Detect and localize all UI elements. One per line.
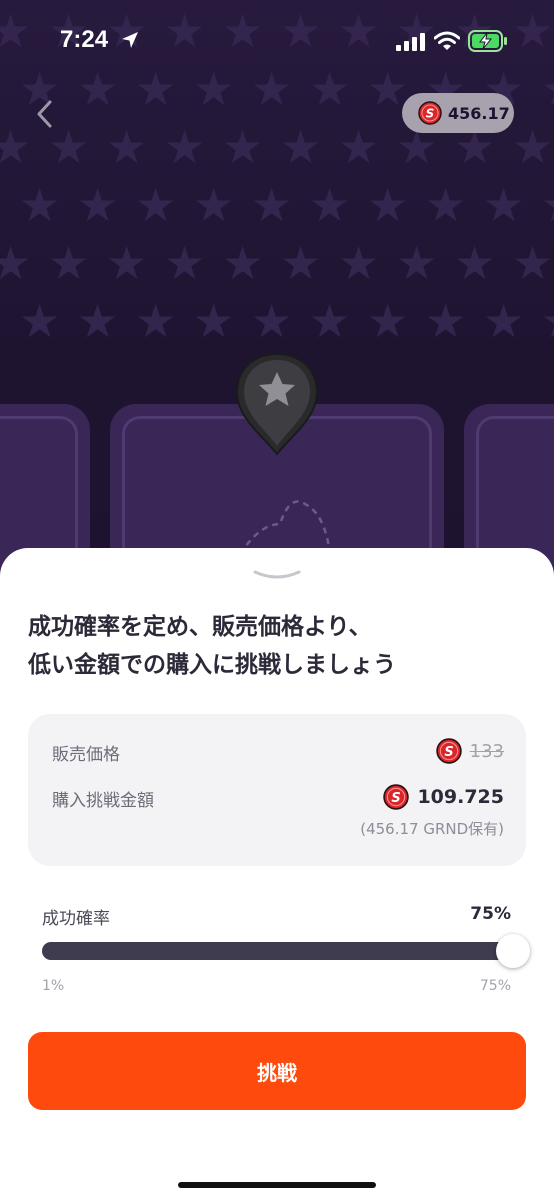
- coin-icon: S: [418, 101, 442, 125]
- game-background: ★ ★ ★ ★ ★ ★ ★ ★ ★ ★ ★ ★ ★ ★ ★ ★ ★ ★ ★ ★ ★ ★ ★ ★ ★ ★ ★ ★ ★ ★ ★ ★ ★ ★ ★ ★ ★ ★ ★ ★…: [0, 0, 554, 600]
- wifi-icon: [434, 31, 460, 50]
- heading-line-1: 成功確率を定め、販売価格より、: [28, 614, 372, 640]
- background-star-icon: ★: [135, 294, 177, 348]
- background-star-icon: ★: [338, 120, 380, 174]
- background-star-icon: ★: [106, 236, 148, 290]
- background-star-icon: ★: [280, 236, 322, 290]
- balance-pill[interactable]: S 456.17: [402, 93, 514, 133]
- svg-text:S: S: [426, 107, 435, 121]
- location-arrow-icon: [122, 32, 138, 48]
- sheet-handle-icon[interactable]: [251, 568, 303, 582]
- background-star-icon: ★: [77, 178, 119, 232]
- balance-amount: 456.17: [448, 103, 510, 123]
- sheet-heading: 成功確率を定め、販売価格より、 低い金額での購入に挑戦しましょう: [28, 608, 528, 684]
- background-star-icon: ★: [251, 294, 293, 348]
- bid-amount-value: 109.725: [417, 786, 504, 808]
- success-rate-slider[interactable]: [42, 942, 513, 960]
- background-star-icon: ★: [483, 294, 525, 348]
- background-star-icon: ★: [541, 298, 554, 344]
- background-star-icon: ★: [19, 294, 61, 348]
- success-rate-label: 成功確率: [42, 909, 110, 929]
- range-min-label: 1%: [42, 978, 65, 994]
- background-star-icon: ★: [251, 178, 293, 232]
- sale-price-label: 販売価格: [52, 745, 120, 765]
- slider-fill: [42, 942, 513, 960]
- background-star-icon: ★: [135, 178, 177, 232]
- background-star-icon: ★: [338, 236, 380, 290]
- coin-icon: S: [435, 738, 462, 764]
- background-star-icon: ★: [483, 178, 525, 232]
- svg-text:S: S: [444, 745, 453, 760]
- coin-icon: S: [383, 784, 410, 810]
- background-star-icon: ★: [309, 178, 351, 232]
- background-star-icon: ★: [77, 294, 119, 348]
- challenge-sheet: 成功確率を定め、販売価格より、 低い金額での購入に挑戦しましょう 販売価格 S …: [0, 548, 554, 1200]
- background-star-icon: ★: [396, 236, 438, 290]
- background-star-icon: ★: [425, 178, 467, 232]
- bid-amount-row: S 109.725: [383, 784, 504, 810]
- background-star-icon: ★: [425, 294, 467, 348]
- price-info-box: 販売価格 S 133 購入挑戦金額 S 109.725 (456.17 GRND…: [28, 714, 526, 866]
- home-indicator: [178, 1182, 376, 1188]
- sale-price-row: S 133: [435, 738, 504, 764]
- signal-icon: [396, 33, 425, 51]
- heading-line-2: 低い金額での購入に挑戦しましょう: [28, 652, 396, 678]
- background-star-icon: ★: [0, 236, 32, 290]
- holding-note: (456.17 GRND保有): [360, 820, 504, 838]
- background-star-icon: ★: [193, 294, 235, 348]
- slider-thumb[interactable]: [496, 934, 530, 968]
- background-star-icon: ★: [512, 236, 554, 290]
- back-chevron-icon[interactable]: [30, 96, 62, 132]
- background-star-icon: ★: [164, 120, 206, 174]
- range-max-label: 75%: [479, 978, 511, 994]
- background-star-icon: ★: [193, 178, 235, 232]
- status-time: 7:24: [60, 26, 109, 53]
- background-star-icon: ★: [454, 236, 496, 290]
- background-star-icon: ★: [367, 178, 409, 232]
- status-bar: 7:24: [0, 0, 554, 82]
- star-pin-icon: [235, 352, 319, 456]
- background-star-icon: ★: [48, 236, 90, 290]
- challenge-button[interactable]: 挑戦: [28, 1032, 526, 1110]
- background-star-icon: ★: [512, 120, 554, 174]
- background-star-icon: ★: [19, 178, 61, 232]
- background-star-icon: ★: [222, 120, 264, 174]
- success-rate-value: 75%: [470, 904, 511, 924]
- background-star-icon: ★: [106, 120, 148, 174]
- background-star-icon: ★: [367, 294, 409, 348]
- sale-price-value: 133: [469, 740, 504, 762]
- svg-text:S: S: [392, 791, 401, 806]
- background-star-icon: ★: [164, 236, 206, 290]
- background-star-icon: ★: [309, 294, 351, 348]
- bid-amount-label: 購入挑戦金額: [52, 791, 154, 811]
- background-star-icon: ★: [541, 182, 554, 228]
- battery-charging-icon: [468, 30, 507, 52]
- background-star-icon: ★: [222, 236, 264, 290]
- background-star-icon: ★: [0, 120, 32, 174]
- background-star-icon: ★: [280, 120, 322, 174]
